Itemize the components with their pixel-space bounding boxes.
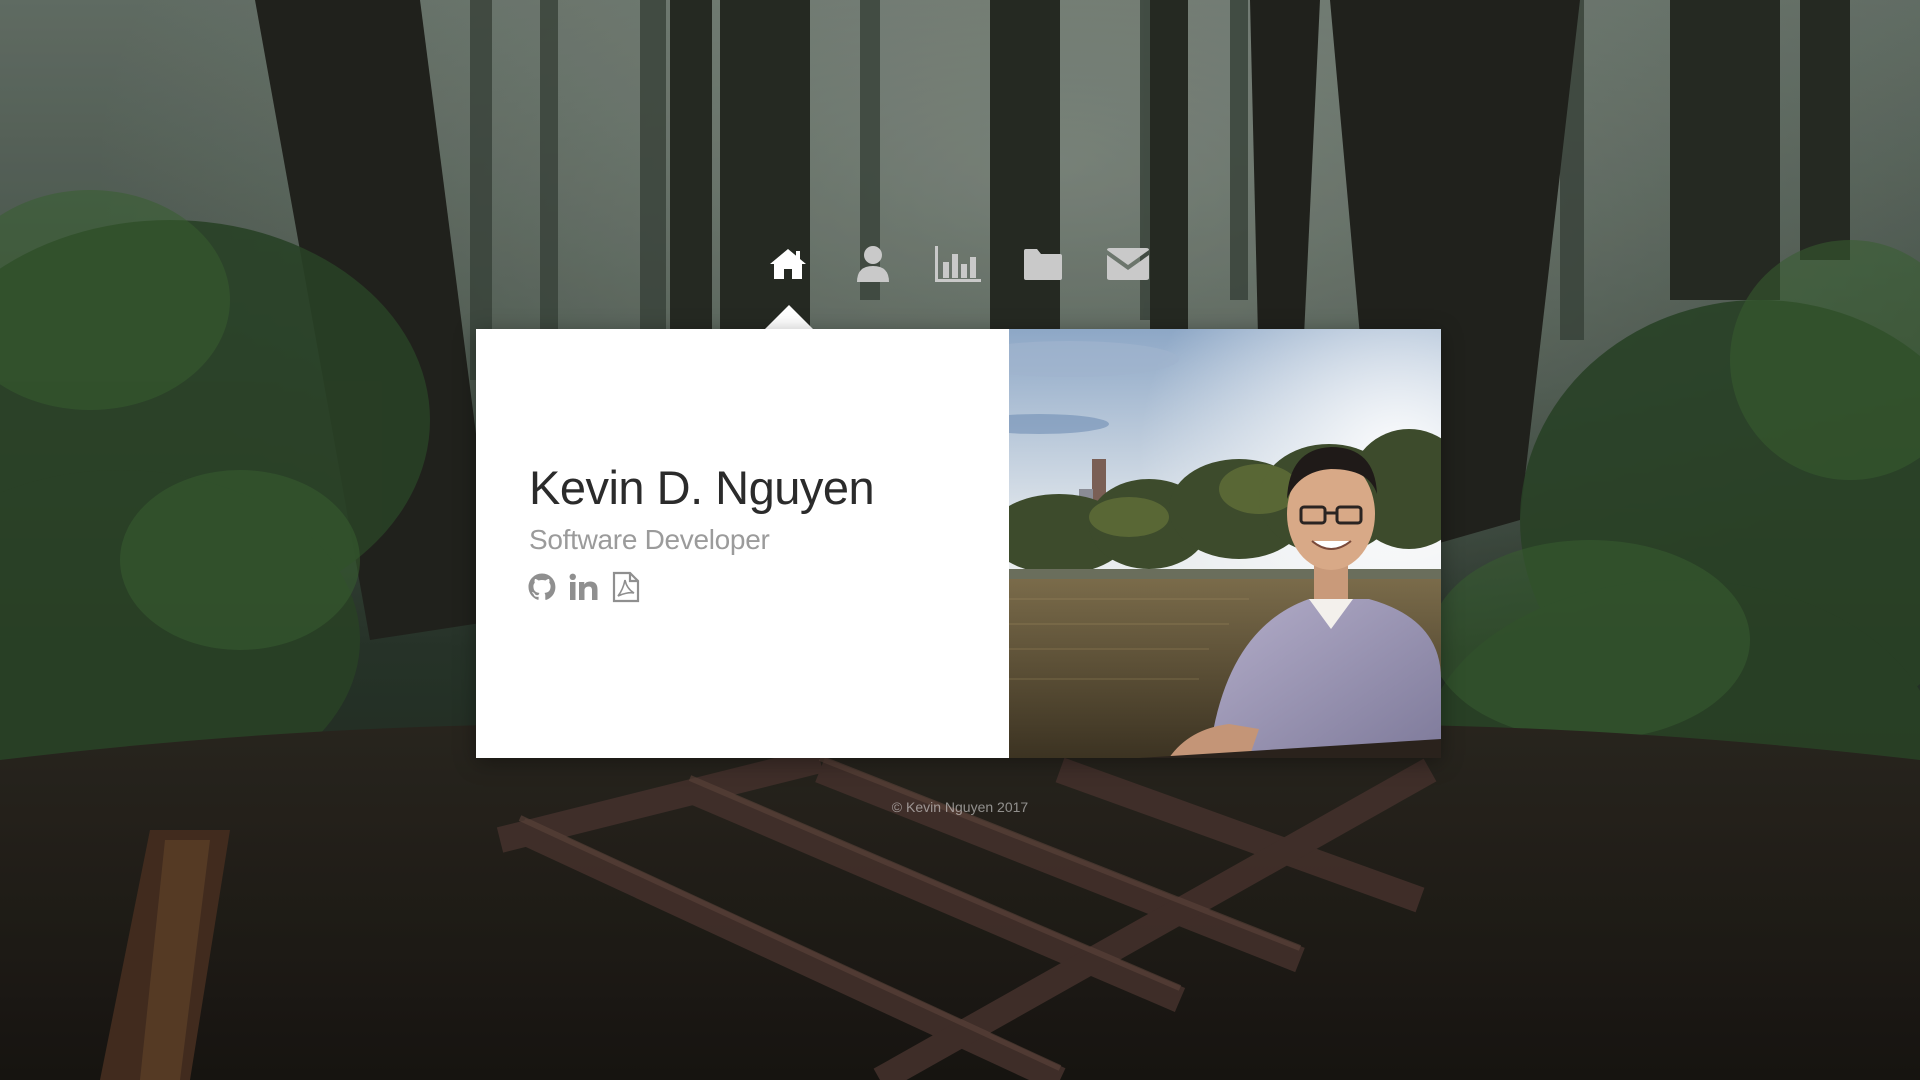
- envelope-icon: [1107, 248, 1149, 280]
- footer-copyright: © Kevin Nguyen 2017: [891, 799, 1029, 815]
- bar-chart-icon: [935, 246, 981, 282]
- nav-home-button[interactable]: [760, 236, 816, 292]
- linkedin-link[interactable]: [569, 571, 599, 603]
- profile-name: Kevin D. Nguyen: [529, 461, 875, 514]
- github-link[interactable]: [527, 571, 557, 603]
- linkedin-icon: [569, 573, 598, 600]
- pdf-file-icon: [612, 571, 640, 603]
- profile-title: Software Developer: [529, 524, 770, 555]
- social-links: [527, 571, 641, 603]
- main-nav: [0, 0, 1920, 330]
- nav-projects-button[interactable]: [1015, 236, 1071, 292]
- profile-photo: [1009, 329, 1441, 758]
- profile-card: Kevin D. Nguyen Software Developer: [476, 329, 1441, 758]
- portrait-photo: [1009, 329, 1441, 758]
- nav-skills-button[interactable]: [930, 236, 986, 292]
- folder-icon: [1024, 249, 1062, 280]
- github-icon: [528, 573, 556, 600]
- user-icon: [857, 246, 889, 282]
- nav-about-button[interactable]: [845, 236, 901, 292]
- nav-contact-button[interactable]: [1100, 236, 1156, 292]
- home-icon: [770, 249, 806, 279]
- resume-pdf-link[interactable]: [611, 571, 641, 603]
- profile-info-panel: Kevin D. Nguyen Software Developer: [476, 329, 1009, 758]
- active-nav-pointer: [765, 305, 813, 329]
